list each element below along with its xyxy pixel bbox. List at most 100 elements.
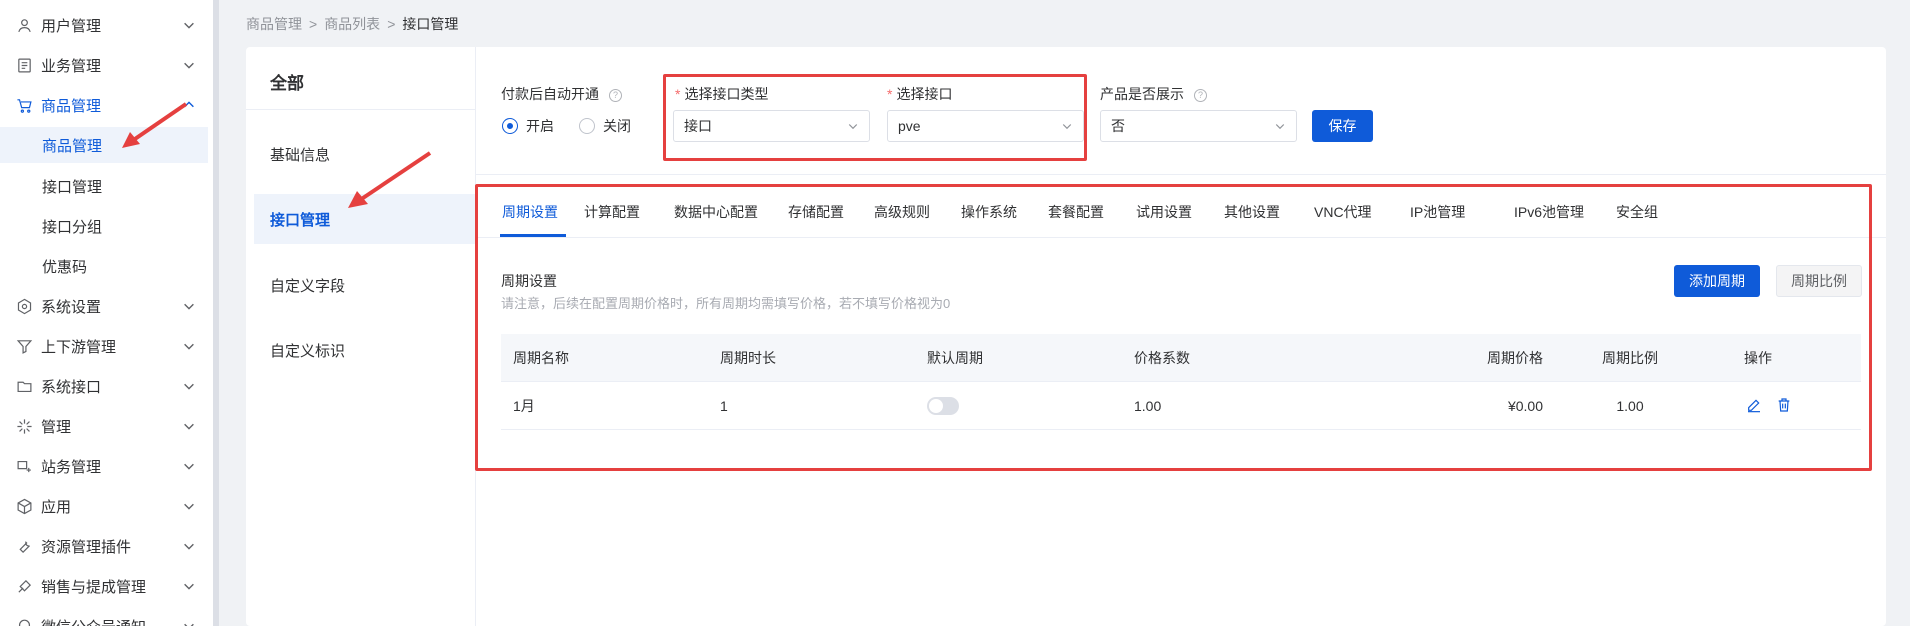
help-icon[interactable]: ? [609, 88, 622, 102]
edit-icon[interactable] [1746, 397, 1764, 415]
sidebar-item-products[interactable]: 商品管理 [0, 85, 213, 125]
add-cycle-button[interactable]: 添加周期 [1674, 265, 1760, 297]
sidebar-item-business[interactable]: 业务管理 [0, 45, 213, 85]
chevron-down-icon [1275, 124, 1285, 130]
tab-os[interactable]: 操作系统 [961, 187, 1017, 237]
cell-cycle-duration: 1 [720, 397, 728, 414]
cycle-table-header: 周期名称 周期时长 默认周期 价格系数 周期价格 周期比例 操作 [501, 334, 1861, 382]
col-cycle-price: 周期价格 [1487, 349, 1543, 366]
tab-ip-pool[interactable]: IP池管理 [1410, 187, 1465, 237]
show-product-select[interactable]: 否 [1100, 110, 1297, 142]
chevron-down-icon [184, 303, 194, 310]
sidebar-item-system-settings[interactable]: 系统设置 [0, 286, 213, 326]
show-label-text: 产品是否展示 [1100, 86, 1184, 102]
auto-open-label: 付款后自动开通? [501, 84, 622, 104]
sales-icon [14, 576, 34, 596]
breadcrumb-item[interactable]: 商品管理 [246, 14, 302, 34]
sidebar-item-resource-plugin[interactable]: 资源管理插件 [0, 526, 213, 566]
breadcrumb-current: 接口管理 [402, 16, 459, 32]
sidebar-sub-product-manage[interactable]: 商品管理 [0, 127, 208, 163]
tab-active-indicator [500, 234, 566, 237]
sidebar-item-users[interactable]: 用户管理 [0, 5, 213, 45]
user-icon [14, 15, 34, 35]
sidebar-item-manage[interactable]: 管理 [0, 406, 213, 446]
breadcrumb-separator: > [309, 16, 318, 32]
nav-item-interface[interactable]: 接口管理 [254, 194, 476, 244]
wrench-icon [14, 536, 34, 556]
tab-other-settings[interactable]: 其他设置 [1224, 187, 1280, 237]
chevron-down-icon [184, 62, 194, 69]
sidebar-sub-coupon[interactable]: 优惠码 [0, 248, 208, 284]
chevron-down-icon [184, 423, 194, 430]
auto-open-off-radio[interactable]: 关闭 [579, 116, 631, 136]
col-price-coef: 价格系数 [1134, 349, 1190, 366]
iface-type-label: * 选择接口类型 [675, 84, 768, 104]
product-section-nav: 全部 基础信息 接口管理 自定义字段 自定义标识 [246, 47, 476, 626]
col-default-cycle: 默认周期 [927, 349, 983, 366]
sidebar-item-sales[interactable]: 销售与提成管理 [0, 566, 213, 606]
auto-open-on-radio[interactable]: 开启 [502, 116, 554, 136]
wechat-icon [14, 616, 34, 626]
sidebar: 用户管理 业务管理 商品管理 商品管理 接口管理 接口分组 优惠码 系统设置 上… [0, 0, 213, 626]
tab-vnc-proxy[interactable]: VNC代理 [1314, 187, 1372, 237]
tab-package-config[interactable]: 套餐配置 [1048, 187, 1104, 237]
select-value: 接口 [684, 118, 712, 134]
tab-security-group[interactable]: 安全组 [1616, 187, 1658, 237]
tab-storage-config[interactable]: 存储配置 [788, 187, 844, 237]
folder-icon [14, 376, 34, 396]
default-cycle-switch[interactable] [927, 396, 959, 415]
nav-item-custom-tags[interactable]: 自定义标识 [254, 325, 476, 375]
sidebar-item-apps[interactable]: 应用 [0, 486, 213, 526]
chevron-down-icon [184, 383, 194, 390]
main-panel: 全部 基础信息 接口管理 自定义字段 自定义标识 付款后自动开通? 开启 关闭 … [246, 47, 1886, 626]
filter-icon [14, 336, 34, 356]
tab-ipv6-pool[interactable]: IPv6池管理 [1514, 187, 1584, 237]
col-actions: 操作 [1744, 349, 1772, 366]
chevron-up-icon [184, 101, 194, 108]
sidebar-scrollbar[interactable] [213, 0, 219, 626]
cell-cycle-ratio: 1.00 [1616, 397, 1644, 414]
sidebar-item-wechat[interactable]: 微信公众号通知 [0, 606, 213, 626]
iface-type-select[interactable]: 接口 [673, 110, 870, 142]
select-value: pve [898, 118, 921, 134]
chevron-down-icon [1062, 124, 1072, 130]
breadcrumb-item[interactable]: 商品列表 [324, 14, 380, 34]
tab-trial-settings[interactable]: 试用设置 [1136, 187, 1192, 237]
sidebar-item-system-interface[interactable]: 系统接口 [0, 366, 213, 406]
tab-datacenter-config[interactable]: 数据中心配置 [674, 187, 758, 237]
col-cycle-ratio: 周期比例 [1602, 349, 1658, 366]
document-icon [14, 55, 34, 75]
sidebar-item-station[interactable]: 站务管理 [0, 446, 213, 486]
chevron-down-icon [184, 583, 194, 590]
chevron-down-icon [184, 343, 194, 350]
breadcrumb: 商品管理 > 商品列表 > 接口管理 [246, 14, 458, 34]
sidebar-item-upstream[interactable]: 上下游管理 [0, 326, 213, 366]
nav-item-basic-info[interactable]: 基础信息 [254, 129, 476, 179]
nav-item-custom-fields[interactable]: 自定义字段 [254, 260, 476, 310]
help-icon[interactable]: ? [1194, 88, 1207, 102]
sparkle-icon [14, 416, 34, 436]
sidebar-sub-interface-manage[interactable]: 接口管理 [0, 168, 208, 204]
sidebar-sub-interface-group[interactable]: 接口分组 [0, 208, 208, 244]
config-tabs: 周期设置 计算配置 数据中心配置 存储配置 高级规则 操作系统 套餐配置 试用设… [476, 187, 1886, 238]
delete-icon[interactable] [1776, 397, 1794, 415]
radio-label: 关闭 [603, 118, 631, 134]
save-button[interactable]: 保存 [1312, 110, 1373, 142]
table-row: 1月 1 1.00 ¥0.00 1.00 [501, 382, 1861, 430]
iface-select[interactable]: pve [887, 110, 1084, 142]
chevron-down-icon [184, 503, 194, 510]
nav-title: 全部 [270, 74, 304, 93]
cycle-ratio-button[interactable]: 周期比例 [1776, 265, 1862, 297]
tab-advanced-rules[interactable]: 高级规则 [874, 187, 930, 237]
cell-default-cycle [927, 382, 959, 429]
chevron-down-icon [848, 124, 858, 130]
tab-cycle-settings[interactable]: 周期设置 [502, 187, 558, 237]
nav-divider [246, 109, 476, 110]
chevron-down-icon [184, 22, 194, 29]
tab-compute-config[interactable]: 计算配置 [584, 187, 640, 237]
select-value: 否 [1111, 118, 1125, 134]
show-product-label: 产品是否展示? [1100, 84, 1207, 104]
cell-price-coef: 1.00 [1134, 397, 1162, 414]
form-divider [476, 174, 1886, 175]
auto-open-label-text: 付款后自动开通 [501, 86, 599, 102]
